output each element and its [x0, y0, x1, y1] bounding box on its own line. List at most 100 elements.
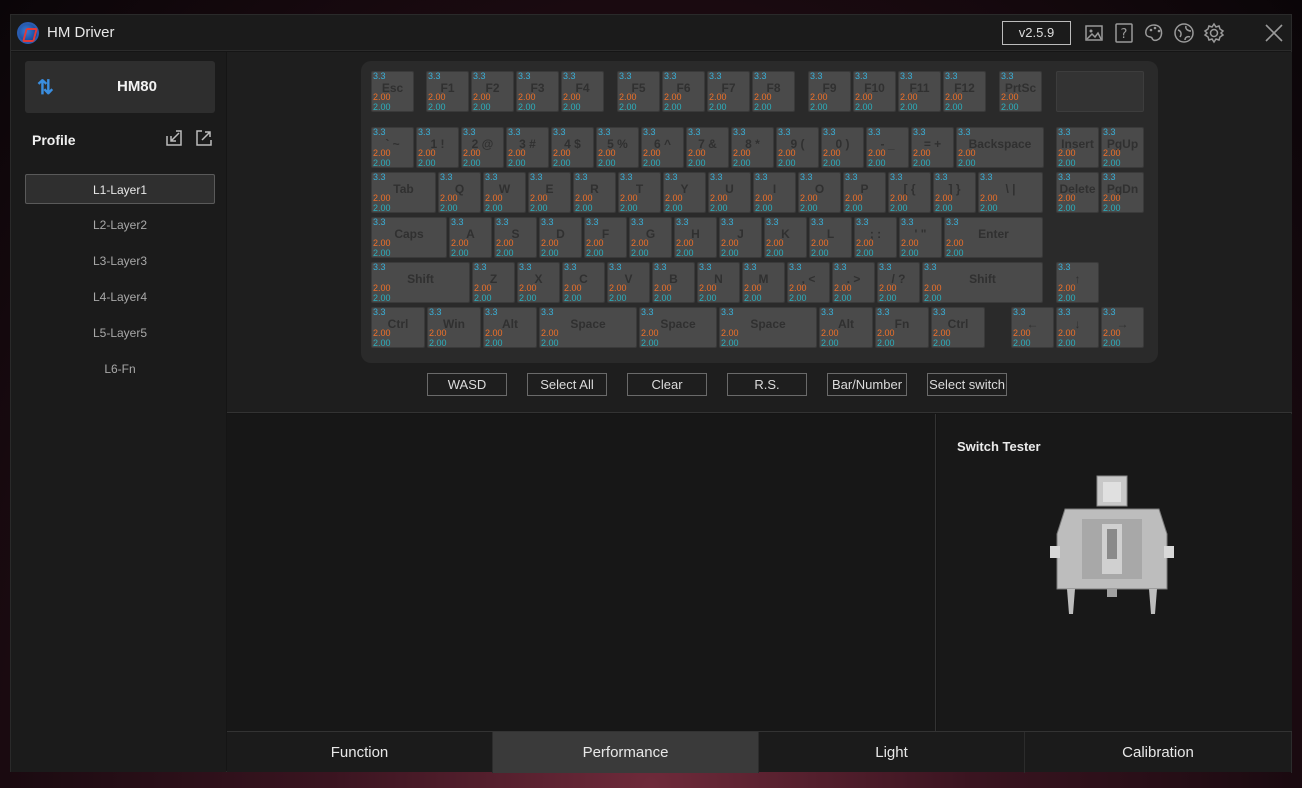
key[interactable]: 3.3 PrtSc 2.00 2.00 [999, 71, 1042, 112]
key[interactable]: 3.3 ` ~2.00 2.00 [371, 127, 414, 168]
key[interactable]: 3.3[ {2.00 2.00 [888, 172, 931, 213]
action-button-r-s[interactable]: R.S. [727, 373, 807, 396]
key[interactable]: 3.3 N 2.00 2.00 [697, 262, 740, 303]
key[interactable]: 3.3 C 2.00 2.00 [562, 262, 605, 303]
key[interactable]: 3.3 F5 2.00 2.00 [617, 71, 660, 112]
key[interactable]: 3.3 H 2.00 2.00 [674, 217, 717, 258]
key[interactable]: 3.3 ↑ 2.00 2.00 [1056, 262, 1099, 303]
tab-performance[interactable]: Performance [493, 732, 759, 773]
key[interactable]: 3.3 Ctrl 2.00 2.00 [931, 307, 985, 348]
key[interactable]: 3.3 X 2.00 2.00 [517, 262, 560, 303]
key[interactable]: 3.3/ ? 2.00 2.00 [877, 262, 920, 303]
key[interactable]: 3.3 V 2.00 2.00 [607, 262, 650, 303]
key[interactable]: 3.3 0 ) 2.00 2.00 [821, 127, 864, 168]
key[interactable]: 3.3 Shift 2.00 2.00 [922, 262, 1043, 303]
key[interactable]: 3.3 7 & 2.00 2.00 [686, 127, 729, 168]
key[interactable]: 3.3 F10 2.00 2.00 [853, 71, 896, 112]
key[interactable]: 3.3 9 (2.00 2.00 [776, 127, 819, 168]
key[interactable]: 3.3 F1 2.00 2.00 [426, 71, 469, 112]
tab-function[interactable]: Function [227, 732, 493, 773]
key[interactable]: 3.3 U 2.00 2.00 [708, 172, 751, 213]
key[interactable]: 3.3 T 2.00 2.00 [618, 172, 661, 213]
key[interactable]: 3.3 R 2.00 2.00 [573, 172, 616, 213]
key[interactable]: 3.3 Shift 2.00 2.00 [371, 262, 470, 303]
key[interactable]: 3.3 L 2.00 2.00 [809, 217, 852, 258]
key[interactable]: 3.3 Insert 2.00 2.00 [1056, 127, 1099, 168]
key[interactable]: 3.3 = +2.00 2.00 [911, 127, 954, 168]
key[interactable]: 3.3 PgDn 2.00 2.00 [1101, 172, 1144, 213]
layer-item[interactable]: L5-Layer5 [25, 318, 215, 348]
key[interactable]: 3.3 F4 2.00 2.00 [561, 71, 604, 112]
key[interactable]: 3.3 8 * 2.00 2.00 [731, 127, 774, 168]
key[interactable]: 3.3 ↓ 2.00 2.00 [1056, 307, 1099, 348]
key[interactable]: 3.3 K 2.00 2.00 [764, 217, 807, 258]
action-button-clear[interactable]: Clear [627, 373, 707, 396]
action-button-select-switch[interactable]: Select switch [927, 373, 1007, 396]
key[interactable]: 3.3 Fn 2.00 2.00 [875, 307, 929, 348]
key[interactable]: 3.3 6 ^ 2.00 2.00 [641, 127, 684, 168]
key[interactable]: 3.3 P 2.00 2.00 [843, 172, 886, 213]
layer-item[interactable]: L1-Layer1 [25, 174, 215, 204]
key[interactable]: 3.3 F 2.00 2.00 [584, 217, 627, 258]
tab-calibration[interactable]: Calibration [1025, 732, 1292, 773]
key[interactable]: 3.3 F11 2.00 2.00 [898, 71, 941, 112]
key[interactable]: 3.3- _ 2.00 2.00 [866, 127, 909, 168]
gear-icon[interactable] [1203, 22, 1225, 44]
action-button-select-all[interactable]: Select All [527, 373, 607, 396]
key[interactable]: 3.3 \ | 2.00 2.00 [978, 172, 1043, 213]
key[interactable]: 3.3; :2.00 2.00 [854, 217, 897, 258]
key[interactable]: 3.3 I 2.00 2.00 [753, 172, 796, 213]
key[interactable]: 3.3 PgUp 2.00 2.00 [1101, 127, 1144, 168]
layer-item[interactable]: L6-Fn [25, 354, 215, 384]
key[interactable]: 3.3 G 2.00 2.00 [629, 217, 672, 258]
key[interactable]: 3.3 Space 2.00 2.00 [719, 307, 817, 348]
key[interactable]: 3.3 5 % 2.00 2.00 [596, 127, 639, 168]
key[interactable]: 3.3 Enter 2.00 2.00 [944, 217, 1043, 258]
key[interactable]: 3.3] } 2.00 2.00 [933, 172, 976, 213]
key[interactable]: 3.3 Alt 2.00 2.00 [819, 307, 873, 348]
key[interactable]: 3.3 → 2.00 2.00 [1101, 307, 1144, 348]
export-icon[interactable] [195, 129, 213, 147]
key[interactable]: 3.3 3 #2.00 2.00 [506, 127, 549, 168]
key[interactable]: 3.3 F7 2.00 2.00 [707, 71, 750, 112]
key[interactable]: 3.3, <2.00 2.00 [787, 262, 830, 303]
key[interactable]: 3.3 Space 2.00 2.00 [639, 307, 717, 348]
key[interactable]: 3.3 Ctrl 2.00 2.00 [371, 307, 425, 348]
key[interactable]: 3.3 ← 2.00 2.00 [1011, 307, 1054, 348]
key[interactable]: 3.3 F12 2.00 2.00 [943, 71, 986, 112]
key[interactable]: 3.3 Backspace 2.00 2.00 [956, 127, 1044, 168]
key[interactable]: 3.3 Alt 2.00 2.00 [483, 307, 537, 348]
key[interactable]: 3.3 B 2.00 2.00 [652, 262, 695, 303]
globe-icon[interactable] [1173, 22, 1195, 44]
device-selector[interactable]: ⇅ HM80 [25, 61, 215, 113]
image-icon[interactable] [1083, 22, 1105, 44]
layer-item[interactable]: L4-Layer4 [25, 282, 215, 312]
key[interactable]: 3.3 Esc 2.00 2.00 [371, 71, 414, 112]
key[interactable]: 3.3 ' " 2.00 2.00 [899, 217, 942, 258]
key[interactable]: 3.3 F8 2.00 2.00 [752, 71, 795, 112]
key[interactable]: 3.3 E 2.00 2.00 [528, 172, 571, 213]
key[interactable]: 3.3 M 2.00 2.00 [742, 262, 785, 303]
key[interactable]: 3.3 2 @2.00 2.00 [461, 127, 504, 168]
key[interactable]: 3.3 Q 2.00 2.00 [438, 172, 481, 213]
key[interactable]: 3.3 Y 2.00 2.00 [663, 172, 706, 213]
action-button-bar-number[interactable]: Bar/Number [827, 373, 907, 396]
layer-item[interactable]: L2-Layer2 [25, 210, 215, 240]
key[interactable]: 3.3 F9 2.00 2.00 [808, 71, 851, 112]
key[interactable]: 3.3 D 2.00 2.00 [539, 217, 582, 258]
key[interactable]: 3.3 Delete 2.00 2.00 [1056, 172, 1099, 213]
action-button-wasd[interactable]: WASD [427, 373, 507, 396]
key[interactable]: 3.3 A 2.00 2.00 [449, 217, 492, 258]
key[interactable]: 3.3 F2 2.00 2.00 [471, 71, 514, 112]
key[interactable]: 3.3. >2.00 2.00 [832, 262, 875, 303]
key[interactable]: 3.3 4 $2.00 2.00 [551, 127, 594, 168]
key[interactable]: 3.3 Z 2.00 2.00 [472, 262, 515, 303]
key[interactable]: 3.3 F3 2.00 2.00 [516, 71, 559, 112]
key[interactable]: 3.3 O 2.00 2.00 [798, 172, 841, 213]
key[interactable]: 3.3 W 2.00 2.00 [483, 172, 526, 213]
key[interactable]: 3.3 1 ! 2.00 2.00 [416, 127, 459, 168]
key[interactable]: 3.3 F6 2.00 2.00 [662, 71, 705, 112]
import-icon[interactable] [165, 129, 183, 147]
close-icon[interactable] [1263, 22, 1285, 44]
key[interactable]: 3.3 J 2.00 2.00 [719, 217, 762, 258]
